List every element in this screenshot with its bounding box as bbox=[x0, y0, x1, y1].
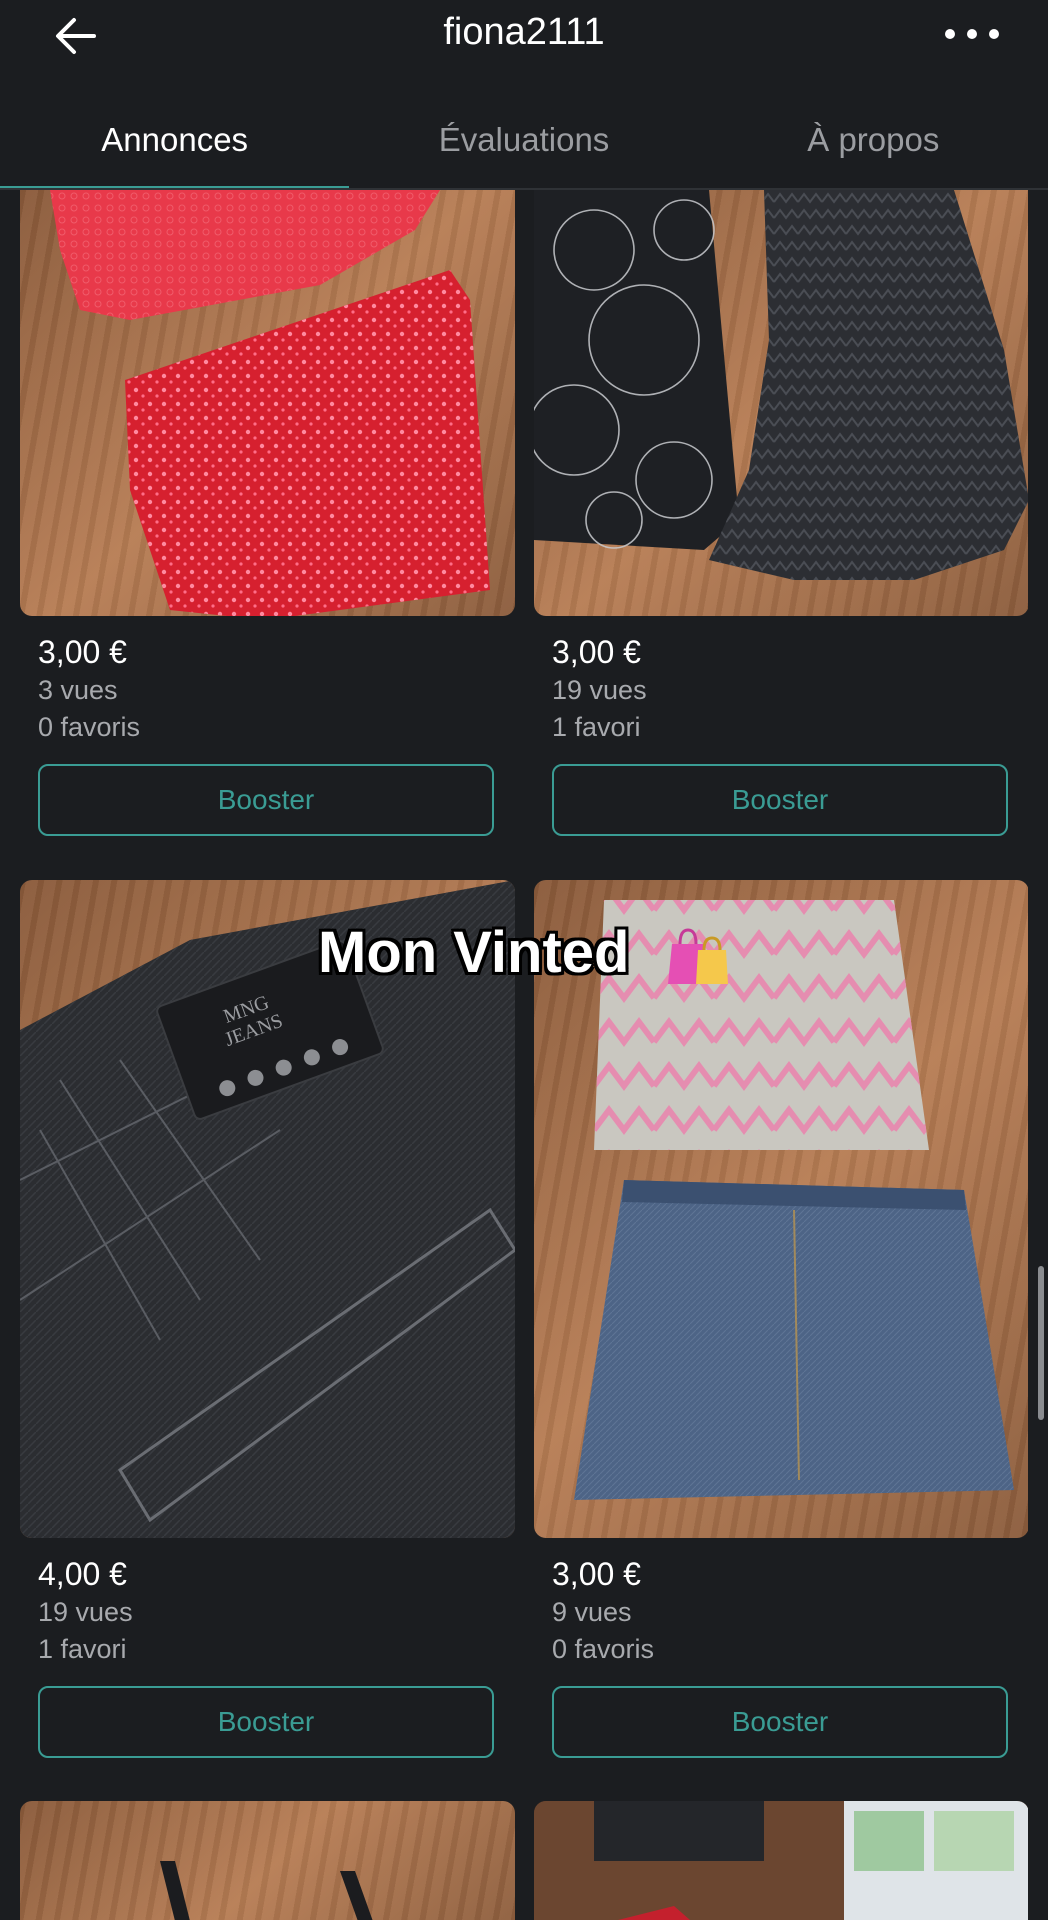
listings-grid: 3,00 € 3 vues 0 favoris Booster 3,00 € 1… bbox=[20, 190, 1028, 1920]
booster-button[interactable]: Booster bbox=[38, 1686, 494, 1758]
tab-evaluations[interactable]: Évaluations bbox=[349, 100, 698, 190]
tab-annonces[interactable]: Annonces bbox=[0, 100, 350, 190]
listing-card[interactable] bbox=[534, 1801, 1028, 1920]
more-options-icon[interactable] bbox=[936, 14, 1008, 54]
black-dresses-illustration bbox=[534, 190, 1028, 580]
listing-price: 3,00 € bbox=[552, 634, 641, 670]
listing-views: 19 vues bbox=[38, 1597, 133, 1627]
page-title: fiona2111 bbox=[443, 11, 605, 53]
listing-favorites: 1 favori bbox=[38, 1634, 127, 1664]
partial-item-illustration bbox=[160, 1861, 373, 1920]
scrollbar[interactable] bbox=[1038, 1266, 1044, 1420]
listing-image-black-dresses[interactable] bbox=[534, 190, 1028, 616]
listing-views: 19 vues bbox=[552, 675, 647, 705]
partial-room-illustration bbox=[534, 1801, 1028, 1920]
listing-image-partial[interactable] bbox=[534, 1801, 1028, 1920]
listing-price: 4,00 € bbox=[38, 1556, 127, 1592]
tab-a-propos[interactable]: À propos bbox=[699, 100, 1048, 190]
listing-image-partial[interactable] bbox=[20, 1801, 515, 1920]
overlay-caption: Mon Vinted bbox=[318, 920, 630, 985]
booster-button[interactable]: Booster bbox=[552, 764, 1008, 836]
listing-price: 3,00 € bbox=[552, 1556, 641, 1592]
booster-button[interactable]: Booster bbox=[552, 1686, 1008, 1758]
listing-card[interactable] bbox=[20, 1801, 515, 1920]
profile-tabs: Annonces Évaluations À propos bbox=[0, 100, 1048, 190]
shopping-bags-icon bbox=[668, 928, 728, 984]
listing-image-red-tops[interactable] bbox=[20, 190, 515, 616]
listing-card[interactable]: MNG JEANS 4,00 € 19 vues 1 favori Booste… bbox=[20, 880, 515, 1758]
listing-favorites: 1 favori bbox=[552, 712, 641, 742]
listing-card[interactable]: 3,00 € 9 vues 0 favoris Booster bbox=[534, 880, 1028, 1758]
listing-views: 9 vues bbox=[552, 1597, 632, 1627]
listing-favorites: 0 favoris bbox=[552, 1634, 655, 1664]
listing-card[interactable]: 3,00 € 19 vues 1 favori Booster bbox=[534, 190, 1028, 836]
booster-button[interactable]: Booster bbox=[38, 764, 494, 836]
listing-favorites: 0 favoris bbox=[38, 712, 141, 742]
listing-price: 3,00 € bbox=[38, 634, 127, 670]
top-bar: fiona2111 bbox=[0, 0, 1048, 78]
listing-views: 3 vues bbox=[38, 675, 118, 705]
red-tops-illustration bbox=[50, 190, 490, 616]
listing-card[interactable]: 3,00 € 3 vues 0 favoris Booster bbox=[20, 190, 515, 836]
